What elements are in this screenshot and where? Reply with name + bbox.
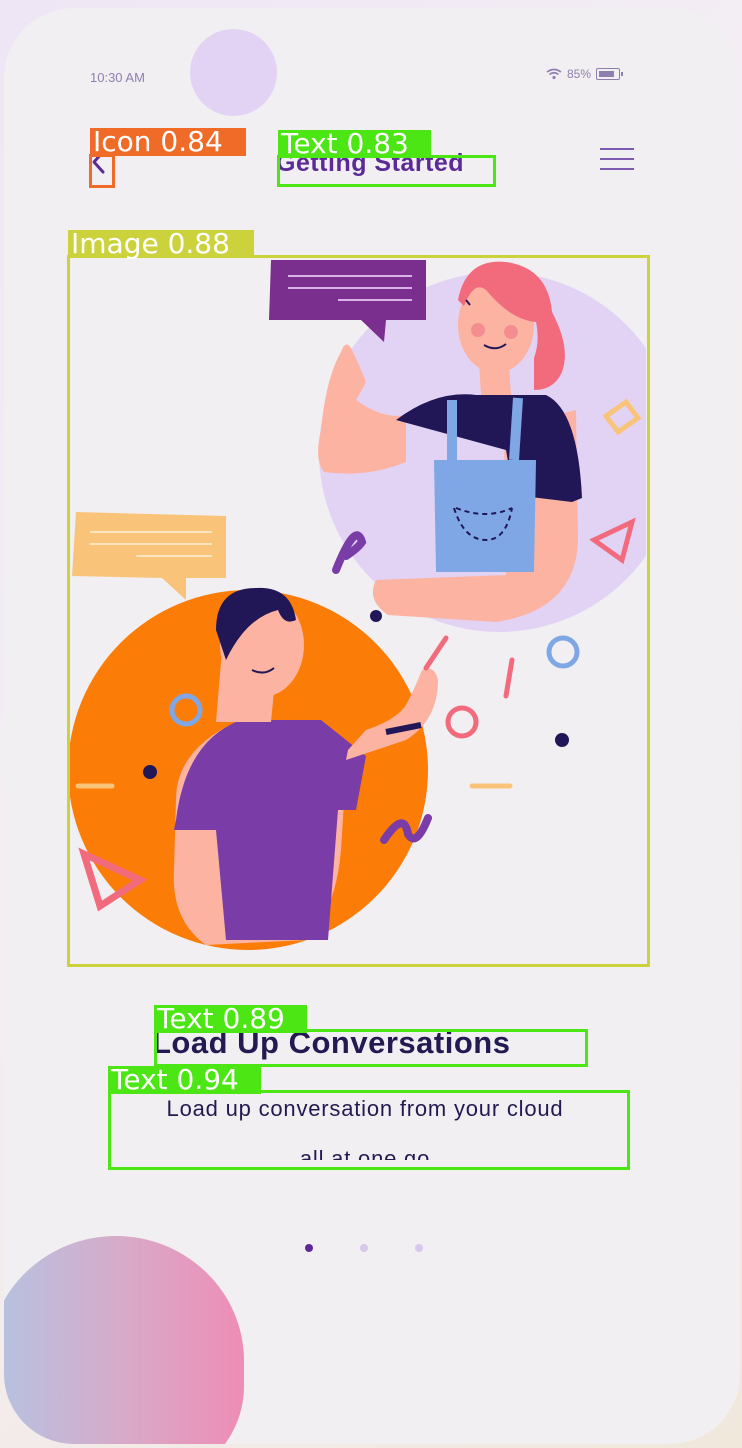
status-indicators: 85%: [546, 67, 624, 81]
detection-tag-title: Text 0.83: [278, 130, 431, 158]
battery-percent: 85%: [567, 67, 592, 81]
status-time: 10:30 AM: [90, 70, 145, 85]
page-dot-2[interactable]: [360, 1244, 368, 1252]
page-dot-3[interactable]: [415, 1244, 423, 1252]
decorative-circle: [190, 29, 277, 116]
page-dot-1[interactable]: [305, 1244, 313, 1252]
detection-tag-image: Image 0.88: [68, 230, 254, 258]
detection-box-icon: [89, 154, 115, 188]
detection-box-subtitle: [108, 1090, 630, 1170]
wifi-icon: [546, 68, 562, 80]
detection-tag-headline: Text 0.89: [154, 1005, 307, 1033]
battery-icon: [596, 68, 624, 80]
decorative-blob: [4, 1236, 244, 1444]
detection-tag-icon: Icon 0.84: [90, 128, 246, 156]
page-indicator: [305, 1244, 423, 1252]
hamburger-menu-icon[interactable]: [600, 148, 634, 172]
detection-tag-subtitle: Text 0.94: [108, 1066, 261, 1094]
detection-box-image: [67, 255, 650, 967]
